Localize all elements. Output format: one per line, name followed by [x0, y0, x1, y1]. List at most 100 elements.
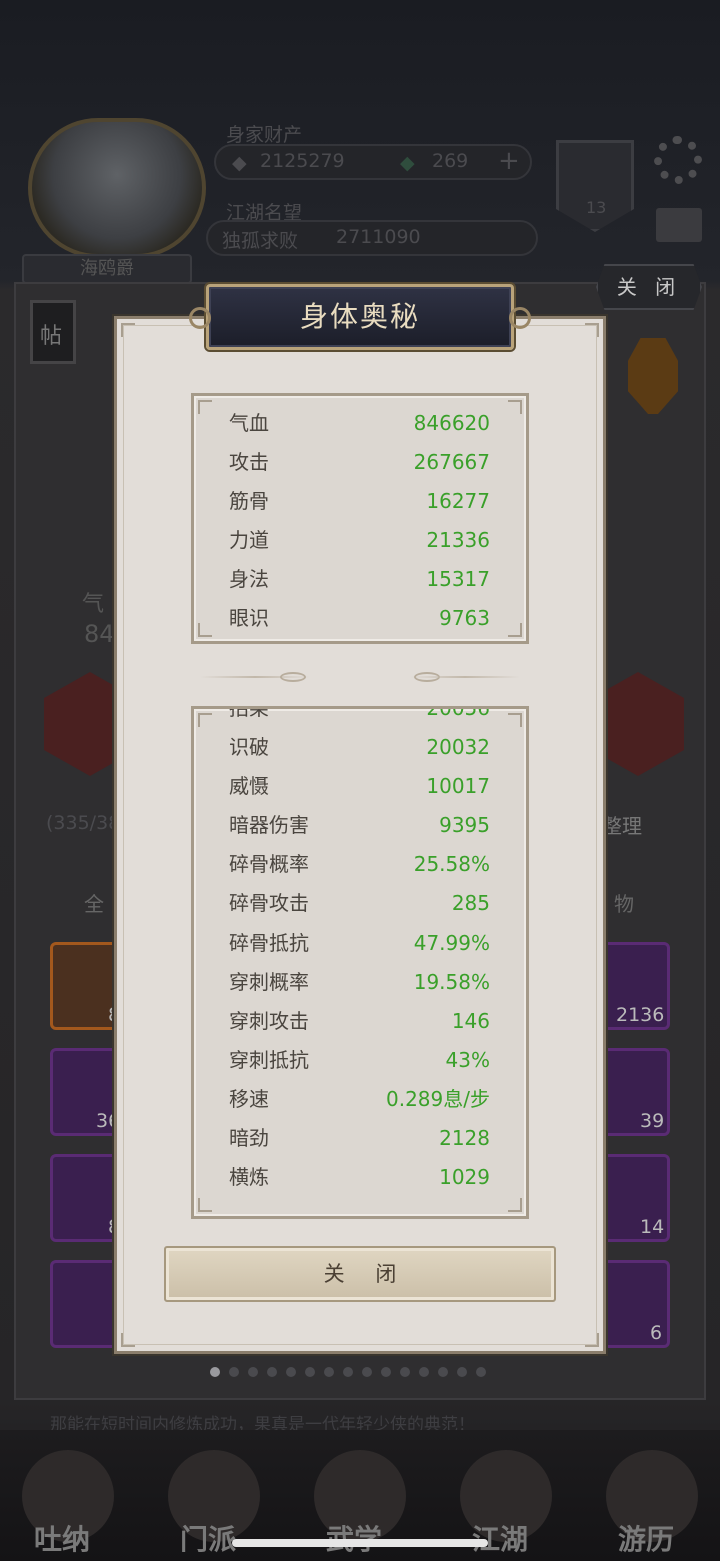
frame-corner	[585, 1333, 599, 1347]
stat-label: 力道	[229, 528, 269, 553]
stat-row: 识破 20032	[194, 728, 526, 767]
level-badge[interactable]	[556, 140, 634, 232]
stat-value: 9763	[439, 606, 490, 631]
stat-value: 47.99%	[413, 930, 490, 955]
stat-label: 识破	[229, 735, 269, 760]
stat-label: 身法	[229, 567, 269, 592]
gold-icon: ◆	[232, 152, 247, 174]
stat-value: 146	[451, 1008, 490, 1033]
frame-corner	[508, 1198, 522, 1212]
stat-label: 穿刺攻击	[229, 1008, 309, 1033]
reputation-amount: 2711090	[336, 226, 421, 248]
stat-label: 碎骨攻击	[229, 891, 309, 916]
page-indicator	[210, 1362, 495, 1377]
dialog-title: 身体奥秘	[299, 300, 420, 333]
stat-value: 9395	[439, 813, 490, 838]
slot-count: 2136	[616, 1004, 665, 1026]
level-number: 13	[586, 198, 607, 217]
add-currency-button[interactable]: +	[498, 146, 520, 176]
stat-label: 横炼	[229, 1165, 269, 1190]
invite-card-label: 帖	[40, 324, 63, 349]
slot-count: 39	[640, 1110, 665, 1132]
secondary-stats-box[interactable]: 招架 20056 识破 20032 威慑 10017 暗器伤害 9395 碎骨概率 25.58% 碎…	[191, 706, 529, 1219]
mail-icon[interactable]	[656, 208, 702, 242]
inventory-slot[interactable]	[50, 1260, 122, 1348]
stat-label: 碎骨概率	[229, 852, 309, 877]
player-title: 独孤求败	[222, 230, 299, 252]
stat-label: 穿刺抵抗	[229, 1047, 309, 1072]
player-avatar[interactable]	[28, 118, 206, 258]
settings-gear-icon[interactable]	[654, 136, 702, 184]
frame-corner	[121, 1333, 135, 1347]
frame-corner	[198, 1198, 212, 1212]
hp-label-partial: 气	[82, 592, 105, 617]
secondary-stats-list[interactable]: 招架 20056 识破 20032 威慑 10017 暗器伤害 9395 碎骨概率 25.58% 碎…	[194, 706, 526, 1197]
stat-row: 暗器伤害 9395	[194, 806, 526, 845]
stat-row: 碎骨抵抗 47.99%	[194, 924, 526, 963]
gold-amount: 2125279	[260, 150, 345, 172]
stat-row: 气血 846620	[194, 404, 526, 443]
stat-row: 力道 21336	[194, 521, 526, 560]
stat-label: 气血	[229, 411, 269, 435]
primary-stats-list: 气血 846620 攻击 267667 筋骨 16277 力道 21336 身法 15317 眼识 9…	[194, 404, 526, 639]
slot-count: 14	[640, 1216, 665, 1238]
stat-value: 10017	[426, 774, 490, 799]
stat-row: 筋骨 16277	[194, 482, 526, 521]
stat-row: 攻击 267667	[194, 443, 526, 482]
stat-value: 20056	[426, 706, 490, 720]
frame-corner	[585, 323, 599, 337]
player-name: 海鸥爵	[22, 254, 192, 284]
stat-label: 穿刺概率	[229, 969, 309, 994]
frame-corner	[121, 323, 135, 337]
divider-knot-icon	[280, 672, 306, 682]
stat-label: 移速	[229, 1086, 269, 1111]
stat-label: 招架	[229, 706, 269, 720]
stat-label: 碎骨抵抗	[229, 930, 309, 955]
stat-value: 2128	[439, 1126, 490, 1151]
stat-row: 移速 0.289息/步	[194, 1080, 526, 1119]
filter-all-tab[interactable]: 全	[84, 888, 104, 917]
nav-tuna-label: 吐纳	[34, 1523, 91, 1556]
stat-row: 碎骨概率 25.58%	[194, 845, 526, 884]
filter-item-tab[interactable]: 物	[614, 888, 634, 917]
stat-value: 267667	[413, 450, 490, 475]
jade-icon: ◆	[400, 152, 415, 174]
stat-value: 16277	[426, 489, 490, 514]
ornament-icon	[189, 307, 211, 329]
ornament-icon	[509, 307, 531, 329]
stat-value: 21336	[426, 528, 490, 553]
sort-button[interactable]: 整理	[602, 810, 642, 839]
capacity-text: (335/38	[46, 812, 121, 834]
close-button[interactable]: 关 闭	[164, 1246, 556, 1302]
stat-row: 身法 15317	[194, 560, 526, 599]
hp-value-partial: 84	[84, 620, 115, 648]
stat-row: 碎骨攻击 285	[194, 884, 526, 923]
stat-row: 暗劲 2128	[194, 1119, 526, 1158]
stat-label: 眼识	[229, 606, 269, 631]
nav-travel-label: 游历	[618, 1523, 675, 1556]
nav-sect-label: 门派	[180, 1523, 237, 1556]
divider-line	[410, 676, 520, 678]
stat-label: 暗劲	[229, 1126, 269, 1151]
stat-row: 招架 20056	[194, 706, 526, 728]
stat-value: 285	[451, 891, 490, 916]
stat-value: 20032	[426, 735, 490, 760]
home-indicator[interactable]	[232, 1539, 488, 1547]
dialog-title-plate: 身体奥秘	[189, 284, 531, 350]
stat-value: 0.289息/步	[386, 1086, 490, 1111]
slot-count: 6	[650, 1322, 663, 1344]
jade-amount: 269	[432, 150, 469, 172]
stat-row: 穿刺攻击 146	[194, 1002, 526, 1041]
panel-close-button[interactable]: 关 闭	[596, 264, 702, 310]
stat-row: 横炼 1029	[194, 1158, 526, 1197]
stat-label: 筋骨	[229, 489, 269, 514]
primary-stats-box: 气血 846620 攻击 267667 筋骨 16277 力道 21336 身法 15317 眼识 9…	[191, 393, 529, 644]
stat-value: 846620	[413, 411, 490, 435]
stat-value: 15317	[426, 567, 490, 592]
close-button-label: 关 闭	[323, 1262, 409, 1286]
stat-value: 1029	[439, 1165, 490, 1190]
stat-row: 穿刺概率 19.58%	[194, 963, 526, 1002]
section-divider	[200, 672, 520, 682]
nav-jianghu-label: 江湖	[472, 1523, 529, 1556]
nav-martial-label: 武学	[326, 1518, 382, 1558]
